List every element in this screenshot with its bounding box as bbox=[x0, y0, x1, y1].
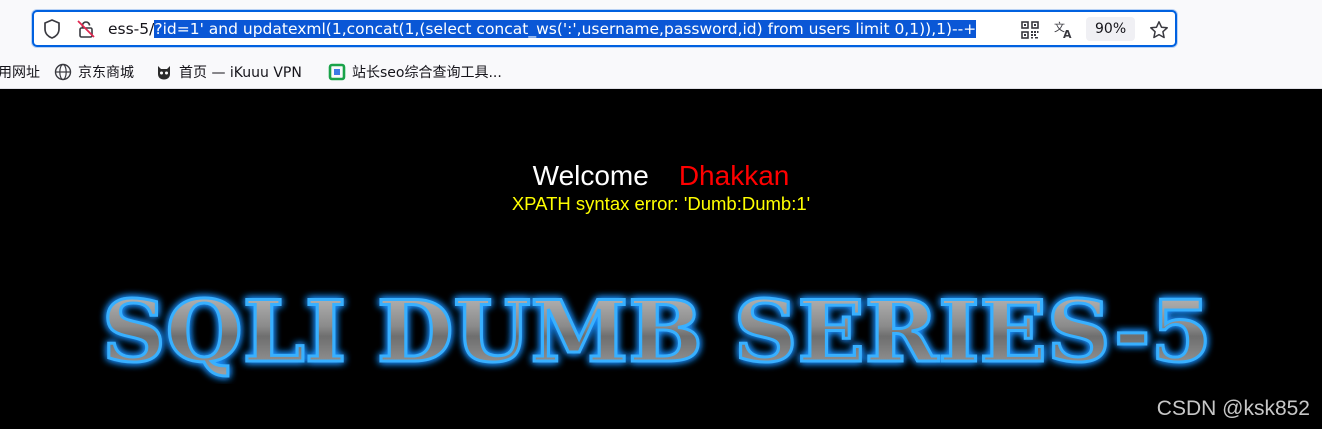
browser-toolbar: ess-5/?id=1' and updatexml(1,concat(1,(s… bbox=[0, 0, 1322, 56]
username-text: Dhakkan bbox=[678, 160, 790, 191]
bookmark-item[interactable]: 首页 — iKuuu VPN bbox=[155, 60, 302, 84]
url-selected-text: ?id=1' and updatexml(1,concat(1,(select … bbox=[154, 20, 977, 38]
welcome-text: Welcome bbox=[532, 160, 649, 191]
globe-icon bbox=[54, 63, 72, 81]
zoom-level-button[interactable]: 90% bbox=[1086, 17, 1136, 41]
bookmark-label: 用网址 bbox=[0, 65, 40, 81]
welcome-row: Welcome Dhakkan bbox=[0, 159, 1322, 193]
bookmark-item[interactable]: 京东商城 bbox=[54, 60, 134, 84]
bookmarks-toolbar: 用网址 京东商城 首页 — iKuuu VPN 站长seo综合查询工具... bbox=[0, 56, 1322, 89]
bookmark-item[interactable]: 站长seo综合查询工具... bbox=[328, 60, 502, 84]
bookmark-item[interactable]: 用网址 bbox=[0, 60, 40, 84]
blocked-permission-icon[interactable] bbox=[76, 19, 96, 39]
star-icon[interactable] bbox=[1147, 18, 1171, 42]
shield-icon[interactable] bbox=[42, 19, 62, 39]
url-prefix: ess-5/ bbox=[108, 20, 155, 38]
qr-code-icon[interactable] bbox=[1018, 18, 1042, 42]
cat-icon bbox=[155, 63, 173, 81]
svg-text:A: A bbox=[1063, 28, 1072, 40]
chinaz-icon bbox=[328, 63, 346, 81]
watermark: CSDN @ksk852 bbox=[1156, 397, 1310, 420]
sqli-series-banner: SQLI DUMB SERIES-5 bbox=[101, 281, 1214, 383]
banner-text: SQLI DUMB SERIES-5 bbox=[102, 282, 1212, 381]
xpath-error-message: XPATH syntax error: 'Dumb:Dumb:1' bbox=[511, 193, 811, 214]
bookmark-label: 首页 — iKuuu VPN bbox=[179, 65, 302, 81]
translate-icon[interactable]: 文A bbox=[1052, 18, 1076, 42]
bookmark-label: 京东商城 bbox=[78, 65, 134, 81]
page-content: Welcome Dhakkan XPATH syntax error: 'Dumb… bbox=[0, 89, 1322, 429]
url-text[interactable]: ess-5/?id=1' and updatexml(1,concat(1,(s… bbox=[108, 17, 977, 41]
address-bar[interactable]: ess-5/?id=1' and updatexml(1,concat(1,(s… bbox=[32, 10, 1177, 47]
bookmark-label: 站长seo综合查询工具... bbox=[352, 65, 502, 81]
